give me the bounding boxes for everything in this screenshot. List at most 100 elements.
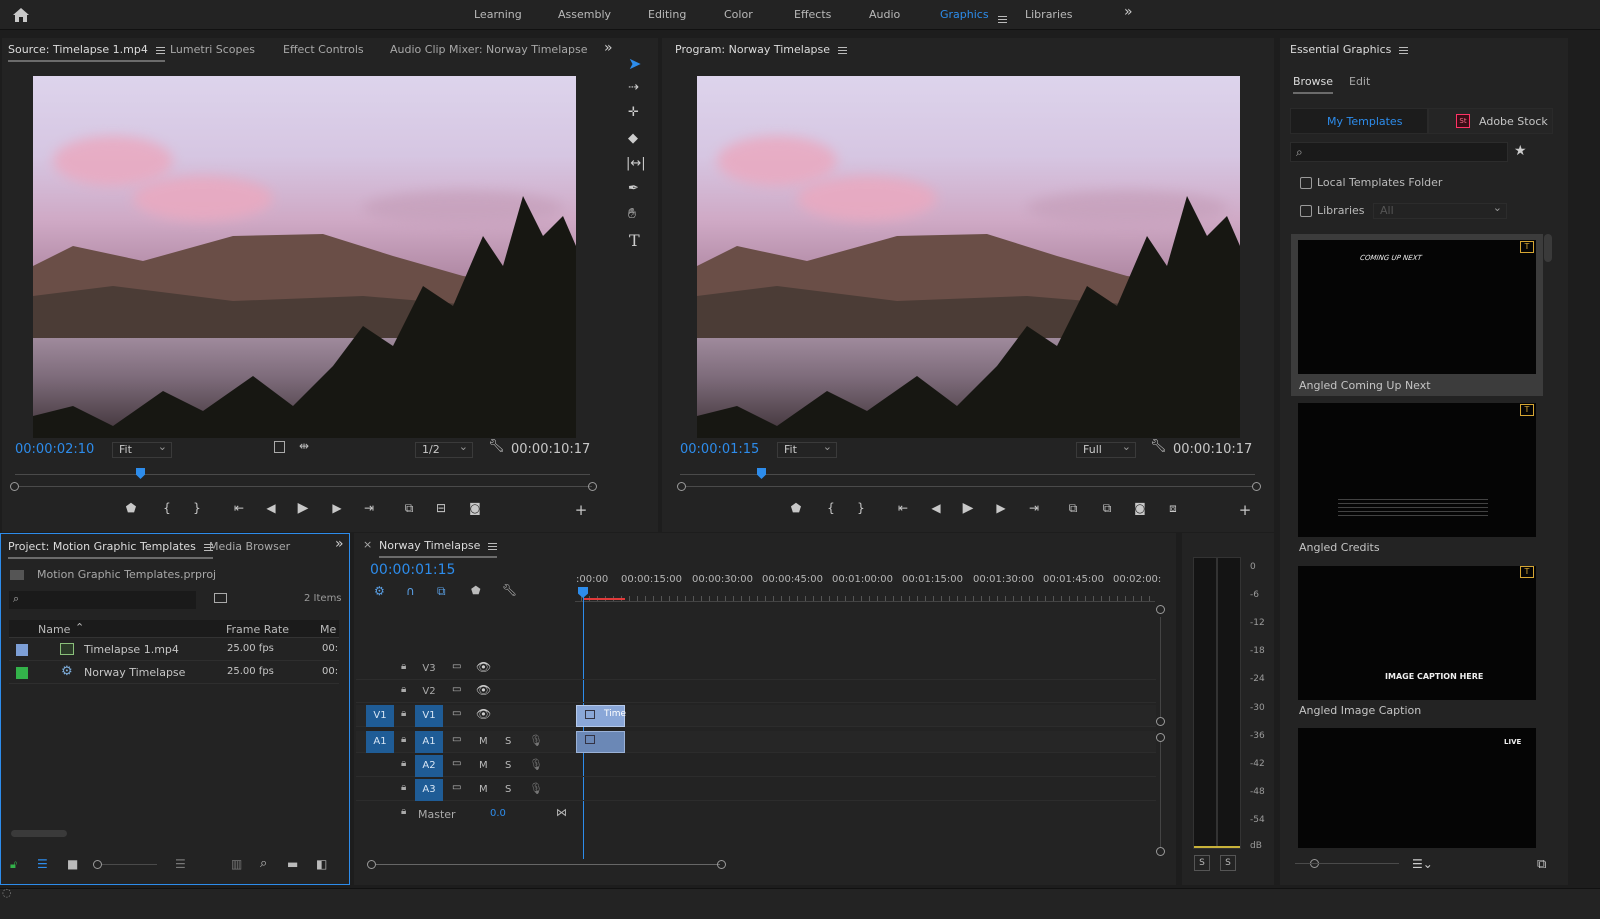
tab-audio-clip-mixer[interactable]: Audio Clip Mixer: Norway Timelapse <box>390 38 587 62</box>
program-button-editor-icon[interactable]: + <box>1236 501 1254 519</box>
close-icon[interactable]: × <box>363 538 372 551</box>
program-playhead[interactable] <box>757 468 766 479</box>
step-back-icon[interactable]: ◀︎ <box>262 501 280 515</box>
button-editor-icon[interactable]: + <box>572 501 590 519</box>
project-search-input[interactable]: ⌕ <box>9 591 196 609</box>
sequence-menu-icon[interactable] <box>488 542 498 550</box>
solo-button[interactable]: S <box>505 784 511 795</box>
program-menu-icon[interactable] <box>838 46 848 54</box>
source-menu-icon[interactable] <box>155 46 165 54</box>
source-patch-a1[interactable]: A1 <box>366 731 394 753</box>
track-lock-icon[interactable]: 🔒︎ <box>401 684 406 695</box>
workspace-graphics[interactable]: Graphics <box>940 8 989 21</box>
add-marker-icon[interactable]: ⬟ <box>122 501 140 515</box>
find-icon[interactable]: ⌕ <box>260 856 267 871</box>
lift-icon[interactable]: ⧉ <box>1064 501 1082 516</box>
background-tasks-icon[interactable]: ◌ <box>2 886 12 899</box>
program-play-icon[interactable]: ▶︎ <box>959 500 977 516</box>
workspace-learning[interactable]: Learning <box>474 8 522 21</box>
timeline-settings-icon[interactable]: 🔧︎ <box>502 583 517 597</box>
program-resolution-dropdown[interactable]: Full <box>1076 440 1136 458</box>
program-zoom-start-handle[interactable] <box>677 482 686 491</box>
tab-project[interactable]: Project: Motion Graphic Templates <box>8 535 213 559</box>
toggle-output-eye-icon[interactable]: 👁︎ <box>476 683 491 697</box>
track-lock-icon[interactable]: 🔒︎ <box>401 734 406 745</box>
track-target-a2[interactable]: A2 <box>415 755 443 777</box>
tab-lumetri-scopes[interactable]: Lumetri Scopes <box>170 38 255 62</box>
program-wrench-icon[interactable]: 🔧︎ <box>1150 439 1167 454</box>
panel-overflow-icon[interactable]: » <box>604 40 613 56</box>
project-scrollbar[interactable] <box>11 830 67 837</box>
track-lock-icon[interactable]: 🔒︎ <box>401 661 406 672</box>
new-item-icon[interactable]: ◧ <box>316 857 327 871</box>
timeline-vscroll-bottom[interactable] <box>1156 847 1165 856</box>
solo-button[interactable]: S <box>505 736 511 747</box>
track-target-v2[interactable]: V2 <box>415 681 443 703</box>
program-video-frame[interactable] <box>697 76 1240 438</box>
track-a3[interactable]: 🔒︎ A3 ▭ M S 🎙︎ <box>356 779 1156 801</box>
tab-browse[interactable]: Browse <box>1293 75 1334 94</box>
meter-solo-right[interactable]: S <box>1220 855 1236 871</box>
track-lock-icon[interactable]: 🔒︎ <box>401 708 406 719</box>
voiceover-mic-icon[interactable]: 🎙︎ <box>529 782 543 795</box>
source-video-frame[interactable] <box>33 76 576 438</box>
hand-tool-icon[interactable]: ✋︎ <box>628 206 636 222</box>
template-thumbnail[interactable]: COMING UP NEXT <box>1298 240 1536 374</box>
timeline-hscroll[interactable] <box>376 864 720 865</box>
timeline-hscroll-start[interactable] <box>367 860 376 869</box>
track-lock-icon[interactable]: 🔒︎ <box>401 782 406 793</box>
workspace-audio[interactable]: Audio <box>869 8 900 21</box>
libraries-checkbox[interactable] <box>1300 205 1312 217</box>
insert-icon[interactable]: ⧉ <box>400 501 418 516</box>
sort-menu-icon[interactable]: ☰⌄ <box>1412 857 1433 871</box>
program-scrub-bar[interactable] <box>680 474 1255 475</box>
zoom-slider[interactable] <box>102 864 157 865</box>
slip-tool-icon[interactable]: |↔| <box>626 156 646 171</box>
step-forward-icon[interactable]: ▶︎ <box>328 501 346 515</box>
track-target-v3[interactable]: V3 <box>415 658 443 680</box>
tab-sequence[interactable]: Norway Timelapse <box>379 534 498 558</box>
go-to-in-out-icon[interactable]: ⋈ <box>556 806 567 819</box>
template-thumbnail[interactable]: LIVE <box>1298 728 1536 848</box>
settings-icon[interactable] <box>274 441 285 453</box>
timeline-marker-icon[interactable]: ⬟ <box>471 584 481 597</box>
new-bin-icon[interactable]: ▬ <box>287 857 298 871</box>
voiceover-mic-icon[interactable]: 🎙︎ <box>529 734 543 747</box>
list-view-icon[interactable]: ☰ <box>37 857 48 871</box>
program-step-forward-icon[interactable]: ▶︎ <box>992 501 1010 515</box>
toggle-sync-lock-icon[interactable]: ▭ <box>452 782 461 793</box>
column-frame-rate[interactable]: Frame Rate <box>226 623 289 636</box>
source-timecode[interactable]: 00:00:02:10 <box>15 442 94 457</box>
workspace-assembly[interactable]: Assembly <box>558 8 611 21</box>
home-icon[interactable] <box>12 6 30 24</box>
toggle-output-eye-icon[interactable]: 👁︎ <box>476 660 491 674</box>
thumbnail-size-slider[interactable] <box>1295 863 1399 864</box>
source-fit-dropdown[interactable]: Fit <box>112 440 172 458</box>
program-export-frame-icon[interactable]: ◙ <box>1131 501 1149 515</box>
template-thumbnail[interactable] <box>1298 403 1536 537</box>
track-target-a1[interactable]: A1 <box>415 731 443 753</box>
linked-selection-icon[interactable]: ⧉ <box>437 584 446 599</box>
toggle-sync-lock-icon[interactable]: ▭ <box>452 734 461 745</box>
program-zoom-end-handle[interactable] <box>1252 482 1261 491</box>
program-mark-in-icon[interactable]: { <box>822 501 840 515</box>
go-to-in-icon[interactable]: ⇤ <box>230 501 248 515</box>
mark-out-icon[interactable]: } <box>188 501 206 515</box>
workspace-color[interactable]: Color <box>724 8 753 21</box>
program-timecode[interactable]: 00:00:01:15 <box>680 442 759 457</box>
timeline-timecode[interactable]: 00:00:01:15 <box>370 562 455 578</box>
column-name[interactable]: Name <box>38 623 70 636</box>
mute-button[interactable]: M <box>479 784 488 795</box>
extract-icon[interactable]: ⧉ <box>1098 501 1116 516</box>
video-clip[interactable]: Time <box>576 705 626 727</box>
column-media[interactable]: Me <box>320 623 336 636</box>
star-favorites-icon[interactable]: ★ <box>1514 143 1527 159</box>
workspace-editing[interactable]: Editing <box>648 8 686 21</box>
track-lock-icon[interactable]: 🔒︎ <box>401 758 406 769</box>
program-fit-dropdown[interactable]: Fit <box>777 440 837 458</box>
track-target-a3[interactable]: A3 <box>415 779 443 801</box>
meter-solo-left[interactable]: S <box>1194 855 1210 871</box>
source-playhead[interactable] <box>136 468 145 479</box>
sort-ascending-icon[interactable]: ⌃ <box>75 621 84 634</box>
wrench-icon[interactable]: 🔧︎ <box>488 439 505 454</box>
